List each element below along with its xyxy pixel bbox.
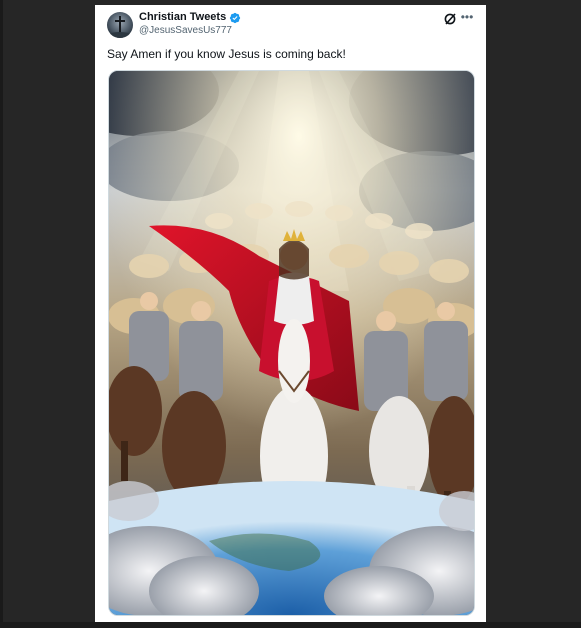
grok-icon [444, 13, 456, 25]
author-handle[interactable]: @JesusSavesUs777 [139, 25, 232, 36]
more-options-button[interactable]: ••• [460, 10, 474, 26]
tweet-header: Christian Tweets @JesusSavesUs777 ••• [95, 5, 486, 45]
window-edge [0, 0, 3, 628]
tweet-text: Say Amen if you know Jesus is coming bac… [107, 47, 346, 61]
author-display-name[interactable]: Christian Tweets [139, 11, 226, 24]
tweet-media-image[interactable] [108, 70, 475, 616]
window-bottom-bar [0, 622, 581, 628]
verified-badge-icon [230, 12, 241, 23]
grok-button[interactable] [443, 12, 457, 26]
avatar[interactable] [107, 12, 133, 38]
tweet-card[interactable]: Christian Tweets @JesusSavesUs777 ••• Sa… [95, 5, 486, 622]
more-dots-icon: ••• [460, 10, 474, 24]
cross-avatar-icon [107, 12, 133, 38]
jesus-riding-white-horse-image [109, 71, 474, 615]
